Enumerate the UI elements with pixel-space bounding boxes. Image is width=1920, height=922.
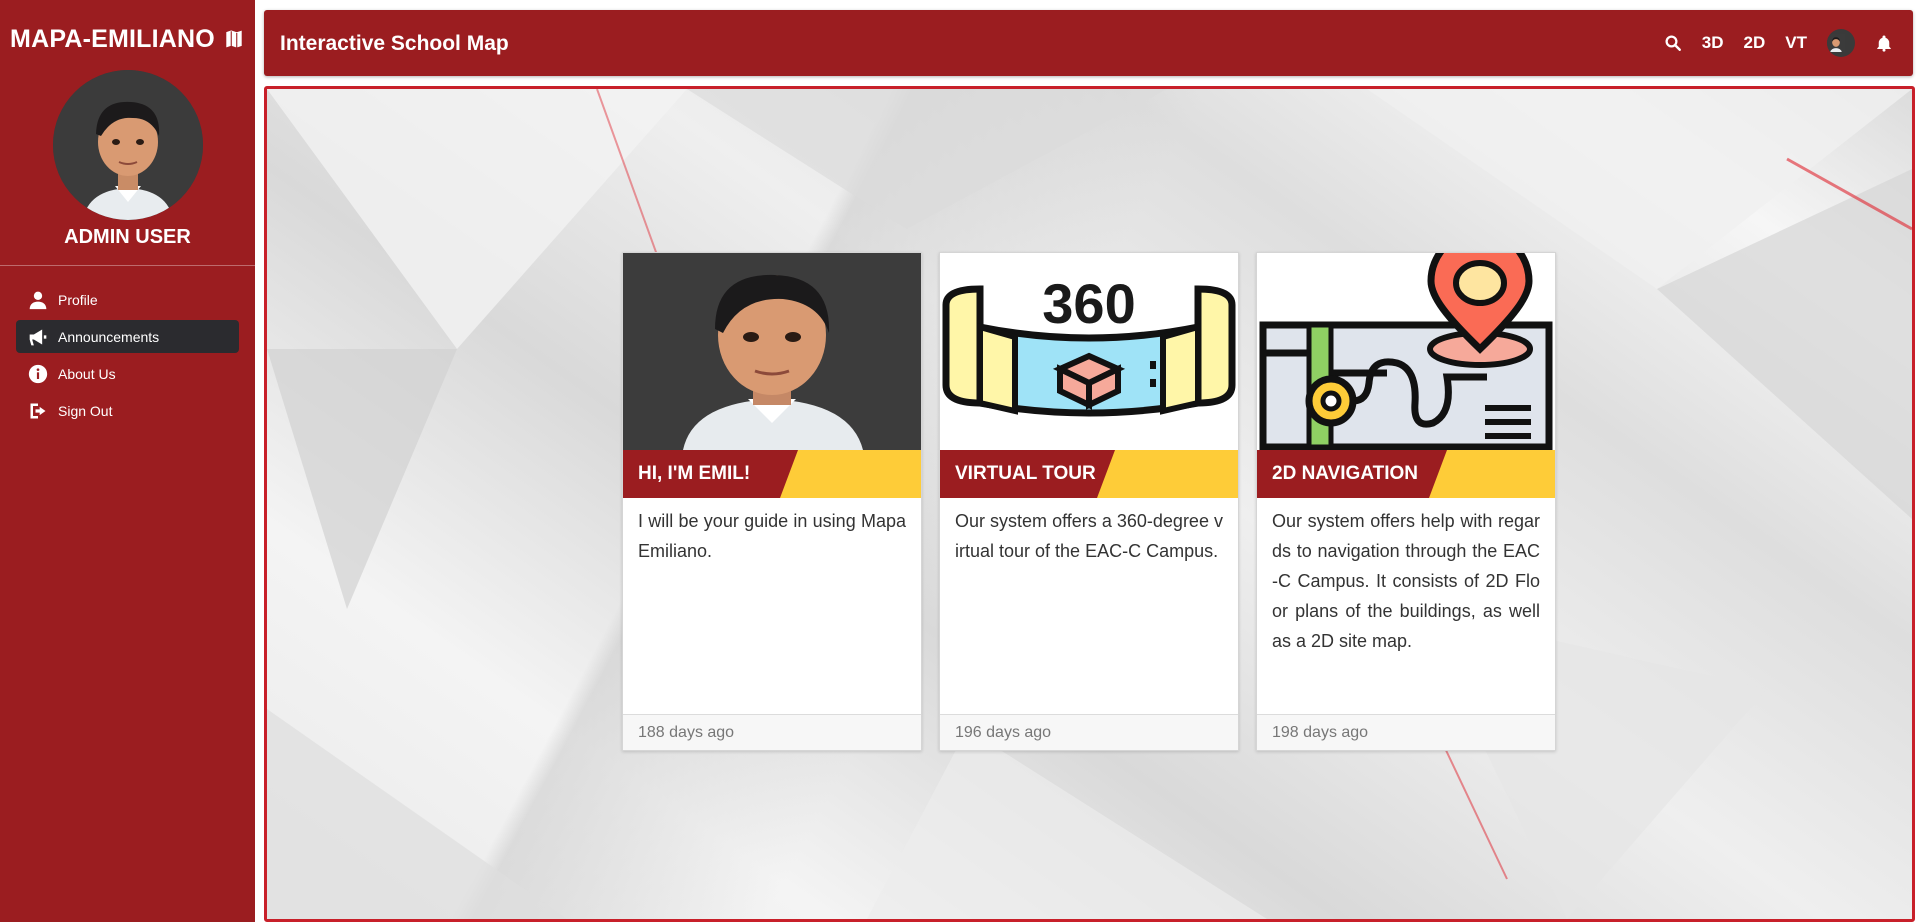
avatar-image <box>53 70 203 220</box>
sidebar-item-label: Profile <box>58 291 98 308</box>
announcement-card[interactable]: 360 VIRTUAL TOUR Our system offers a 360… <box>939 252 1239 751</box>
user-name: ADMIN USER <box>64 226 191 248</box>
card-title: 2D NAVIGATION <box>1272 463 1419 484</box>
card-image: 360 <box>940 253 1238 450</box>
sidebar-item-announcements[interactable]: Announcements <box>16 320 239 353</box>
megaphone-icon <box>29 329 47 345</box>
map-pin-image <box>1259 253 1553 450</box>
sidebar-item-profile[interactable]: Profile <box>16 283 239 316</box>
view-2d-button[interactable]: 2D <box>1744 33 1766 53</box>
card-text: Our system offers help with regards to n… <box>1272 511 1540 651</box>
main-panel: HI, I'M EMIL! I will be your guide in us… <box>264 86 1915 922</box>
card-image <box>623 253 921 450</box>
avatar-image <box>1827 34 1845 52</box>
card-title: HI, I'M EMIL! <box>638 463 751 484</box>
avatar-image <box>623 253 921 450</box>
360-tour-image: 360 <box>942 272 1236 417</box>
bell-icon <box>1877 35 1891 52</box>
map-icon <box>225 29 243 49</box>
360-text: 360 <box>1042 272 1135 335</box>
card-timestamp: 198 days ago <box>1257 714 1555 750</box>
info-icon <box>28 364 48 383</box>
header-tools: 3D 2D VT <box>1664 10 1893 76</box>
profile-avatar[interactable] <box>53 70 203 220</box>
page-title: Interactive School Map <box>280 32 509 55</box>
top-bar: Interactive School Map 3D 2D VT <box>264 10 1913 76</box>
card-banner: HI, I'M EMIL! <box>623 450 921 498</box>
announcement-card[interactable]: HI, I'M EMIL! I will be your guide in us… <box>622 252 922 751</box>
brand[interactable]: MAPA-EMILIANO <box>0 22 255 56</box>
search-button[interactable] <box>1664 34 1682 52</box>
sidebar-item-sign-out[interactable]: Sign Out <box>16 394 239 427</box>
sidebar-item-label: Announcements <box>58 328 160 345</box>
card-banner: VIRTUAL TOUR <box>940 450 1238 498</box>
sidebar-item-label: Sign Out <box>58 402 113 419</box>
user-avatar[interactable] <box>1827 29 1855 57</box>
virtual-tour-button[interactable]: VT <box>1785 33 1807 53</box>
card-banner: 2D NAVIGATION <box>1257 450 1555 498</box>
sign-out-icon <box>30 403 46 418</box>
card-timestamp: 188 days ago <box>623 714 921 750</box>
sidebar: MAPA-EMILIANO ADMIN USER Profile Announc… <box>0 0 255 922</box>
announcement-list: HI, I'M EMIL! I will be your guide in us… <box>622 252 1556 751</box>
card-timestamp: 196 days ago <box>940 714 1238 750</box>
search-icon <box>1665 35 1681 51</box>
card-text: Our system offers a 360-degree virtual t… <box>955 511 1223 561</box>
announcement-card[interactable]: 2D NAVIGATION Our system offers help wit… <box>1256 252 1556 751</box>
card-title: VIRTUAL TOUR <box>955 463 1096 484</box>
card-text: I will be your guide in using Mapa Emili… <box>638 511 906 561</box>
sidebar-item-about-us[interactable]: About Us <box>16 357 239 390</box>
sidebar-nav: Profile Announcements About Us Sign Out <box>16 283 239 431</box>
notifications-button[interactable] <box>1875 34 1893 52</box>
sidebar-item-label: About Us <box>58 365 116 382</box>
user-icon <box>29 291 47 309</box>
view-3d-button[interactable]: 3D <box>1702 33 1724 53</box>
sidebar-divider <box>0 265 255 266</box>
brand-title: MAPA-EMILIANO <box>10 24 215 53</box>
card-image <box>1257 253 1555 450</box>
